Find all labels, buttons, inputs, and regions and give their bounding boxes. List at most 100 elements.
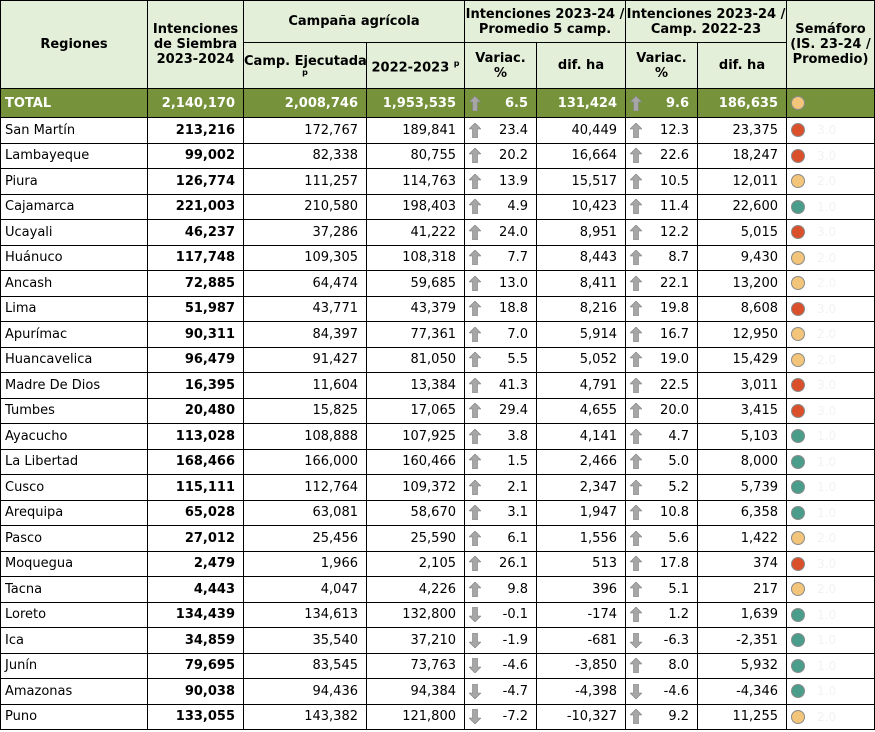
trend-cell-1: [464, 346, 485, 373]
difference-prev: 9,430: [697, 244, 787, 271]
variation-prev: 12.2: [645, 219, 698, 246]
semaforo-value: 3.0: [817, 301, 837, 316]
semaforo-cell: 3.0: [786, 550, 875, 577]
variation-prev: -4.6: [645, 678, 698, 705]
prev-season-value: 13,384: [366, 372, 465, 399]
status-dot-icon: [791, 403, 805, 418]
variation-avg5: 5.5: [484, 346, 537, 373]
variation-avg5: 13.0: [484, 270, 537, 297]
difference-avg5: 4,791: [536, 372, 626, 399]
prev-season-value: 198,403: [366, 193, 465, 220]
status-dot-icon: [791, 480, 805, 495]
trend-cell-1: [464, 423, 485, 450]
variation-avg5: 3.8: [484, 423, 537, 450]
header-variac-2: Variac.%: [625, 42, 698, 89]
intentions-value: 213,216: [147, 117, 244, 144]
semaforo-cell: 3.0: [786, 295, 875, 322]
trend-cell-2: [625, 295, 646, 322]
intentions-value: 65,028: [147, 499, 244, 526]
status-dot-icon: [791, 505, 805, 520]
variation-avg5: 7.7: [484, 244, 537, 271]
semaforo-value: 3.0: [817, 225, 837, 240]
semaforo-value: 2.0: [817, 352, 837, 367]
difference-avg5: -10,327: [536, 703, 626, 730]
semaforo-value: 1.0: [817, 607, 837, 622]
difference-prev: 11,255: [697, 703, 787, 730]
semaforo-value: 2.0: [817, 276, 837, 291]
variation-prev: 5.1: [645, 576, 698, 603]
region-name: Huancavelica: [0, 346, 148, 373]
table-row: Huánuco 117,748 109,305 108,318 7.7 8,443 8.7 9…: [0, 244, 875, 271]
variation-prev: -6.3: [645, 627, 698, 654]
arrow-up-icon: [629, 173, 643, 190]
semaforo-value: 1.0: [817, 658, 837, 673]
semaforo-cell: 1.0: [786, 652, 875, 679]
header-dif-2: dif. ha: [697, 42, 787, 89]
trend-cell-1: [464, 321, 485, 348]
difference-avg5: 396: [536, 576, 626, 603]
total-exec: 2,008,746: [243, 88, 367, 118]
total-var-2: 9.6: [645, 88, 698, 118]
difference-avg5: 4,141: [536, 423, 626, 450]
difference-prev: 217: [697, 576, 787, 603]
region-name: Ucayali: [0, 219, 148, 246]
semaforo-value: 3.0: [817, 403, 837, 418]
arrow-up-icon: [629, 402, 643, 419]
variation-prev: 10.8: [645, 499, 698, 526]
trend-cell-1: [464, 397, 485, 424]
region-name: Cusco: [0, 474, 148, 501]
executed-value: 172,767: [243, 117, 367, 144]
trend-cell-1: [464, 372, 485, 399]
arrow-up-icon: [468, 249, 482, 266]
header-dif-1: dif. ha: [536, 42, 626, 89]
trend-cell-1: [464, 474, 485, 501]
variation-prev: 17.8: [645, 550, 698, 577]
arrow-up-icon: [468, 377, 482, 394]
header-prev-season: 2022-2023 p: [366, 42, 465, 89]
trend-cell-1: [464, 678, 485, 705]
variation-avg5: 3.1: [484, 499, 537, 526]
region-name: Apurímac: [0, 321, 148, 348]
intentions-value: 46,237: [147, 219, 244, 246]
difference-prev: 1,422: [697, 525, 787, 552]
difference-avg5: -174: [536, 601, 626, 628]
difference-prev: 23,375: [697, 117, 787, 144]
prev-season-value: 43,379: [366, 295, 465, 322]
arrow-down-icon: [629, 683, 643, 700]
arrow-up-icon: [468, 555, 482, 572]
agricultural-intentions-table: Regiones Intenciones de Siembra 2023-2024 …: [0, 0, 875, 730]
trend-cell-1: [464, 117, 485, 144]
variation-prev: 4.7: [645, 423, 698, 450]
arrow-up-icon: [468, 479, 482, 496]
arrow-up-icon: [629, 479, 643, 496]
arrow-down-icon: [468, 606, 482, 623]
table-row: Arequipa 65,028 63,081 58,670 3.1 1,947 10.8 6,…: [0, 499, 875, 526]
prev-season-value: 59,685: [366, 270, 465, 297]
difference-prev: -2,351: [697, 627, 787, 654]
status-dot-icon: [791, 633, 805, 648]
trend-cell-2: [625, 678, 646, 705]
table-row: Ica 34,859 35,540 37,210 -1.9 -681 -6.3 -2,351 1…: [0, 627, 875, 654]
trend-cell-2: [625, 168, 646, 195]
trend-cell-2: [625, 703, 646, 730]
status-dot-icon: [791, 327, 805, 342]
variation-avg5: -4.7: [484, 678, 537, 705]
semaforo-cell: 1.0: [786, 627, 875, 654]
region-name: Cajamarca: [0, 193, 148, 220]
semaforo-cell: 1.0: [786, 193, 875, 220]
executed-value: 143,382: [243, 703, 367, 730]
arrow-up-icon: [629, 275, 643, 292]
difference-avg5: 1,556: [536, 525, 626, 552]
region-name: Amazonas: [0, 678, 148, 705]
arrow-down-icon: [468, 683, 482, 700]
difference-avg5: 5,052: [536, 346, 626, 373]
difference-prev: 12,950: [697, 321, 787, 348]
semaforo-cell: 2.0: [786, 346, 875, 373]
semaforo-value: 2.0: [817, 709, 837, 724]
difference-avg5: 1,947: [536, 499, 626, 526]
status-dot-icon: [791, 556, 805, 571]
prev-season-value: 25,590: [366, 525, 465, 552]
difference-avg5: -681: [536, 627, 626, 654]
region-name: Madre De Dios: [0, 372, 148, 399]
table-row: San Martín 213,216 172,767 189,841 23.4 40,44…: [0, 117, 875, 144]
